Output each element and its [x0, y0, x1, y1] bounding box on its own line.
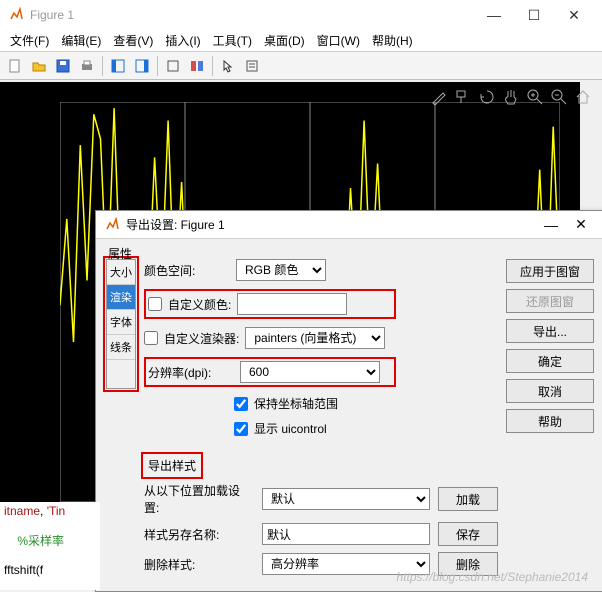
colorspace-label: 颜色空间: [144, 262, 230, 279]
print-button[interactable] [76, 55, 98, 77]
figure-titlebar: Figure 1 — ☐ ✕ [0, 0, 602, 30]
pan-icon[interactable] [502, 88, 520, 106]
save-style-button[interactable]: 保存 [438, 522, 498, 546]
maximize-button[interactable]: ☐ [514, 7, 554, 24]
list-button[interactable] [241, 55, 263, 77]
zoom-in-icon[interactable] [526, 88, 544, 106]
dialog-close[interactable]: ✕ [566, 216, 596, 233]
figure-tool-overlay [430, 88, 592, 106]
load-from-label: 从以下位置加载设置: [144, 482, 254, 516]
properties-label: 属性 [108, 245, 132, 262]
tab-render[interactable]: 渲染 [107, 285, 135, 310]
dialog-titlebar: 导出设置: Figure 1 — ✕ [96, 211, 602, 239]
tab-lines[interactable]: 线条 [107, 335, 135, 360]
open-button[interactable] [28, 55, 50, 77]
custom-renderer-select[interactable]: painters (向量格式) [245, 327, 385, 349]
close-button[interactable]: ✕ [554, 7, 594, 24]
export-setup-dialog: 导出设置: Figure 1 — ✕ 属性 大小 渲染 字体 线条 颜色空间: … [95, 210, 602, 592]
panel1-button[interactable] [162, 55, 184, 77]
zoom-out-icon[interactable] [550, 88, 568, 106]
colorspace-select[interactable]: RGB 颜色 [236, 259, 326, 281]
property-tabs: 大小 渲染 字体 线条 [106, 259, 136, 389]
menubar: 文件(F) 编辑(E) 查看(V) 插入(I) 工具(T) 桌面(D) 窗口(W… [0, 30, 602, 52]
export-button[interactable]: 导出... [506, 319, 594, 343]
dpi-select[interactable]: 600 [240, 361, 380, 383]
toolbar [0, 52, 602, 80]
menu-insert[interactable]: 插入(I) [159, 30, 206, 51]
rotate-icon[interactable] [478, 88, 496, 106]
export-style-label: 导出样式 [144, 455, 200, 476]
layout1-button[interactable] [107, 55, 129, 77]
menu-help[interactable]: 帮助(H) [366, 30, 419, 51]
custom-renderer-label: 自定义渲染器: [164, 330, 239, 347]
help-button[interactable]: 帮助 [506, 409, 594, 433]
tab-font[interactable]: 字体 [107, 310, 135, 335]
brush-icon[interactable] [430, 88, 448, 106]
menu-window[interactable]: 窗口(W) [311, 30, 366, 51]
tab-size[interactable]: 大小 [107, 260, 135, 285]
dialog-content: 颜色空间: RGB 颜色 自定义颜色: 自定义渲染器: painters (向量… [144, 245, 498, 576]
new-button[interactable] [4, 55, 26, 77]
pointer-button[interactable] [217, 55, 239, 77]
figure-title: Figure 1 [30, 8, 474, 22]
custom-renderer-checkbox[interactable] [144, 331, 158, 345]
custom-color-label: 自定义颜色: [168, 296, 231, 313]
dialog-minimize[interactable]: — [536, 217, 566, 233]
restore-button[interactable]: 还原图窗 [506, 289, 594, 313]
dpi-label: 分辨率(dpi): [148, 364, 234, 381]
home-icon[interactable] [574, 88, 592, 106]
layout2-button[interactable] [131, 55, 153, 77]
delete-button[interactable]: 删除 [438, 552, 498, 576]
load-from-select[interactable]: 默认 [262, 488, 430, 510]
keep-axes-checkbox[interactable] [234, 397, 248, 411]
keep-axes-label: 保持坐标轴范围 [254, 395, 338, 412]
save-as-label: 样式另存名称: [144, 526, 254, 543]
minimize-button[interactable]: — [474, 7, 514, 23]
menu-tools[interactable]: 工具(T) [207, 30, 258, 51]
panel2-button[interactable] [186, 55, 208, 77]
matlab-icon [8, 7, 24, 23]
custom-color-checkbox[interactable] [148, 297, 162, 311]
save-button[interactable] [52, 55, 74, 77]
dialog-title: 导出设置: Figure 1 [126, 216, 536, 233]
show-uicontrol-label: 显示 uicontrol [254, 420, 327, 437]
menu-desktop[interactable]: 桌面(D) [258, 30, 311, 51]
dialog-buttons: 应用于图窗 还原图窗 导出... 确定 取消 帮助 [506, 245, 594, 576]
menu-edit[interactable]: 编辑(E) [55, 30, 107, 51]
ok-button[interactable]: 确定 [506, 349, 594, 373]
load-button[interactable]: 加载 [438, 487, 498, 511]
menu-view[interactable]: 查看(V) [107, 30, 159, 51]
show-uicontrol-checkbox[interactable] [234, 422, 248, 436]
menu-file[interactable]: 文件(F) [4, 30, 55, 51]
save-as-input[interactable] [262, 523, 430, 545]
code-editor-fragment: itname, 'Tin %采样率 fftshift(f [0, 502, 100, 590]
datatip-icon[interactable] [454, 88, 472, 106]
apply-button[interactable]: 应用于图窗 [506, 259, 594, 283]
delete-label: 删除样式: [144, 556, 254, 573]
custom-color-input[interactable] [237, 293, 347, 315]
delete-select[interactable]: 高分辨率 [262, 553, 430, 575]
matlab-icon [104, 217, 120, 233]
cancel-button[interactable]: 取消 [506, 379, 594, 403]
